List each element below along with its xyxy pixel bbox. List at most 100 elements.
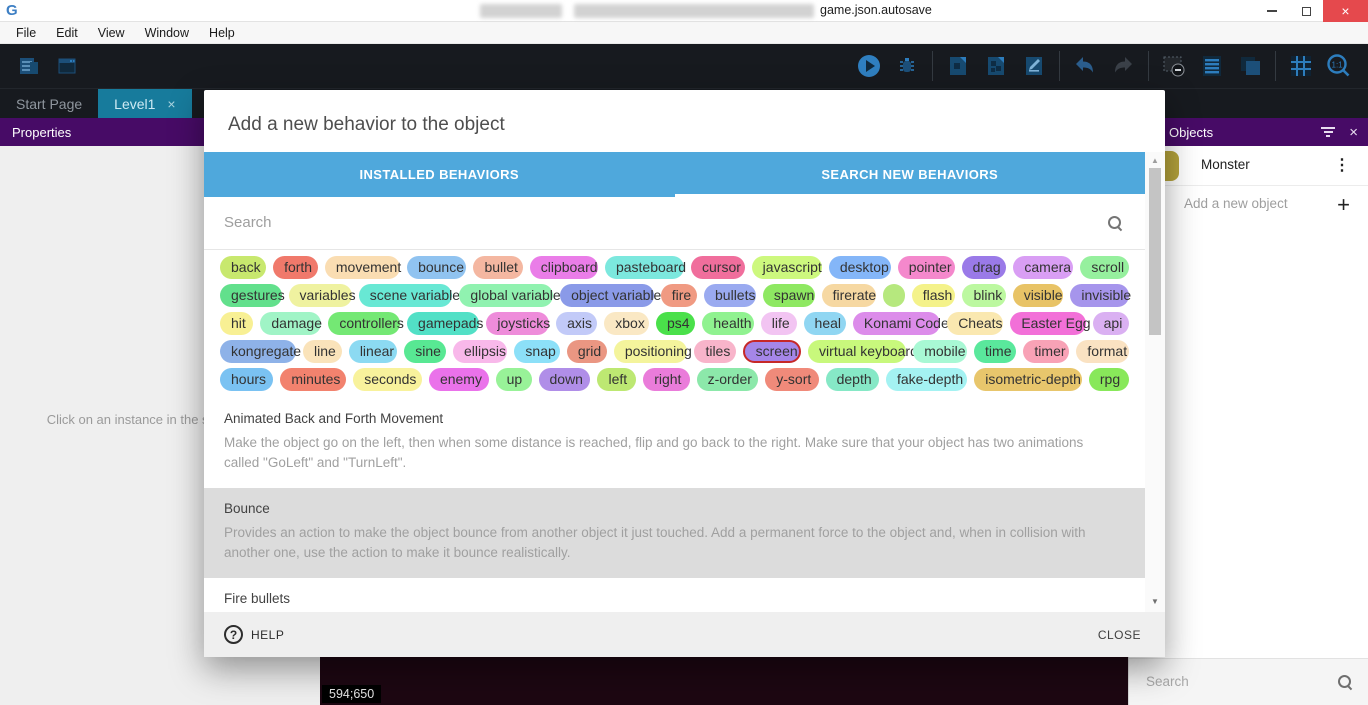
tag-chip-pointer[interactable]: pointer (898, 256, 955, 279)
behavior-search-field[interactable]: Search (204, 197, 1145, 250)
tag-chip-down[interactable]: down (539, 368, 591, 391)
tag-chip-z-order[interactable]: z-order (697, 368, 759, 391)
tag-chip-fake-depth[interactable]: fake-depth (886, 368, 967, 391)
tag-chip-javascript[interactable]: javascript (752, 256, 822, 279)
tag-chip-konami-code[interactable]: Konami Code (853, 312, 940, 335)
tag-chip-format[interactable]: format (1076, 340, 1129, 363)
tag-chip-xbox[interactable]: xbox (604, 312, 649, 335)
tag-chip-damage[interactable]: damage (260, 312, 321, 335)
tag-chip-line[interactable]: line (303, 340, 342, 363)
undo-button[interactable] (1069, 50, 1101, 82)
tag-chip-tiles[interactable]: tiles (694, 340, 735, 363)
tag-chip-up[interactable]: up (496, 368, 532, 391)
tag-chip-variables[interactable]: variables (289, 284, 352, 307)
behavior-item[interactable]: BounceProvides an action to make the obj… (204, 488, 1145, 578)
help-button[interactable]: ? HELP (224, 625, 284, 644)
minimize-button[interactable] (1255, 0, 1289, 22)
tag-chip-object-variables[interactable]: object variables (560, 284, 654, 307)
tag-chip-spawn[interactable]: spawn (763, 284, 815, 307)
tag-chip-grid[interactable]: grid (567, 340, 607, 363)
instances-list-button[interactable] (1196, 50, 1228, 82)
tag-chip-seconds[interactable]: seconds (353, 368, 422, 391)
menu-edit[interactable]: Edit (46, 22, 88, 44)
close-dialog-button[interactable]: CLOSE (1098, 628, 1141, 642)
tag-chip-axis[interactable]: axis (556, 312, 597, 335)
tag-chip-bullet[interactable]: bullet (473, 256, 522, 279)
tag-chip-blank[interactable] (883, 284, 905, 307)
tag-chip-ellipsis[interactable]: ellipsis (453, 340, 507, 363)
tag-chip-screen[interactable]: screen (743, 340, 801, 363)
objects-editor-button[interactable] (942, 50, 974, 82)
tag-chip-controllers[interactable]: controllers (328, 312, 400, 335)
tag-chip-blink[interactable]: blink (962, 284, 1005, 307)
object-groups-button[interactable] (980, 50, 1012, 82)
tag-chip-sine[interactable]: sine (404, 340, 446, 363)
dialog-tab-installed-behaviors[interactable]: INSTALLED BEHAVIORS (204, 152, 675, 197)
tag-chip-joysticks[interactable]: joysticks (486, 312, 549, 335)
scroll-up-icon[interactable]: ▲ (1145, 156, 1165, 165)
tag-chip-scroll[interactable]: scroll (1080, 256, 1129, 279)
deselect-instances-button[interactable] (1158, 50, 1190, 82)
tag-chip-kongregate[interactable]: kongregate (220, 340, 296, 363)
tag-chip-snap[interactable]: snap (514, 340, 559, 363)
tag-chip-positioning[interactable]: positioning (614, 340, 688, 363)
tag-chip-hit[interactable]: hit (220, 312, 253, 335)
zoom-1-1-button[interactable]: 1:1 (1323, 50, 1355, 82)
tab-level1[interactable]: Level1× (98, 89, 191, 118)
tag-chip-fire[interactable]: fire (661, 284, 697, 307)
tag-chip-timer[interactable]: timer (1023, 340, 1069, 363)
layers-button[interactable] (1234, 50, 1266, 82)
tag-chip-cheats[interactable]: Cheats (947, 312, 1003, 335)
tag-chip-visible[interactable]: visible (1013, 284, 1064, 307)
tag-chip-mobile[interactable]: mobile (913, 340, 967, 363)
kebab-menu-icon[interactable]: ⋮ (1334, 155, 1350, 175)
tag-chip-global-variables[interactable]: global variables (459, 284, 553, 307)
menu-window[interactable]: Window (135, 22, 199, 44)
tag-chip-drag[interactable]: drag (962, 256, 1007, 279)
tag-chip-gestures[interactable]: gestures (220, 284, 282, 307)
tag-chip-life[interactable]: life (761, 312, 797, 335)
redo-button[interactable] (1107, 50, 1139, 82)
menu-file[interactable]: File (6, 22, 46, 44)
tag-chip-back[interactable]: back (220, 256, 266, 279)
play-button[interactable] (853, 50, 885, 82)
close-panel-icon[interactable]: × (1349, 124, 1358, 141)
tag-chip-movement[interactable]: movement (325, 256, 400, 279)
tag-chip-clipboard[interactable]: clipboard (530, 256, 598, 279)
grid-button[interactable] (1285, 50, 1317, 82)
tag-chip-gamepads[interactable]: gamepads (407, 312, 479, 335)
tag-chip-ps4[interactable]: ps4 (656, 312, 695, 335)
dialog-tab-search-new-behaviors[interactable]: SEARCH NEW BEHAVIORS (675, 152, 1146, 197)
tab-start-page[interactable]: Start Page (0, 89, 98, 118)
tag-chip-invisible[interactable]: invisible (1070, 284, 1129, 307)
tag-chip-scene-variables[interactable]: scene variables (359, 284, 453, 307)
scrollbar-thumb[interactable] (1149, 168, 1161, 335)
tag-chip-isometric-depth[interactable]: isometric-depth (974, 368, 1082, 391)
tag-chip-firerate[interactable]: firerate (822, 284, 876, 307)
tag-chip-pasteboard[interactable]: pasteboard (605, 256, 684, 279)
tag-chip-easter-egg[interactable]: Easter Egg (1010, 312, 1085, 335)
tag-chip-virtual-keyboard[interactable]: virtual keyboard (808, 340, 906, 363)
tag-chip-api[interactable]: api (1093, 312, 1129, 335)
dialog-scrollbar[interactable]: ▲ ▼ (1145, 152, 1165, 612)
behavior-item[interactable]: Animated Back and Forth MovementMake the… (204, 398, 1145, 488)
tag-chip-flash[interactable]: flash (912, 284, 956, 307)
tag-chip-y-sort[interactable]: y-sort (765, 368, 818, 391)
debug-button[interactable] (891, 50, 923, 82)
tag-chip-bounce[interactable]: bounce (407, 256, 466, 279)
start-page-button[interactable] (51, 50, 83, 82)
objects-search-bar[interactable]: Search (1129, 658, 1368, 705)
tag-chip-camera[interactable]: camera (1013, 256, 1073, 279)
menu-help[interactable]: Help (199, 22, 245, 44)
tag-chip-rpg[interactable]: rpg (1089, 368, 1129, 391)
tag-chip-right[interactable]: right (643, 368, 689, 391)
tag-chip-hours[interactable]: hours (220, 368, 273, 391)
tag-chip-enemy[interactable]: enemy (429, 368, 489, 391)
scroll-down-icon[interactable]: ▼ (1145, 597, 1165, 606)
tab-close-icon[interactable]: × (167, 96, 175, 112)
tag-chip-linear[interactable]: linear (349, 340, 397, 363)
restore-button[interactable] (1289, 0, 1323, 22)
tag-chip-forth[interactable]: forth (273, 256, 318, 279)
tag-chip-time[interactable]: time (974, 340, 1016, 363)
filter-icon[interactable] (1321, 127, 1335, 137)
